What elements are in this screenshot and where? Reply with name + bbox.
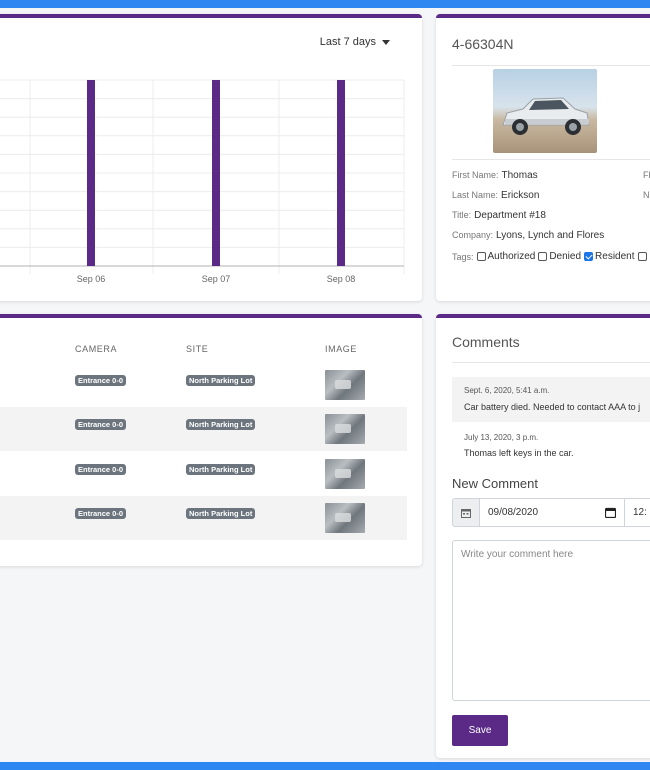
tag-label: Authorized bbox=[487, 251, 536, 262]
tag-authorized[interactable]: Authorized bbox=[476, 251, 536, 262]
bottom-frame-bar bbox=[0, 762, 650, 770]
table-row[interactable]: Entrance 0-0 North Parking Lot bbox=[0, 496, 407, 540]
capture-thumbnail[interactable] bbox=[325, 414, 365, 444]
capture-thumbnail[interactable] bbox=[325, 459, 365, 489]
x-tick-label: Sep 08 bbox=[327, 274, 356, 284]
comment-date-time-group: 09/08/2020 12: bbox=[452, 498, 650, 527]
column-header-camera: CAMERA bbox=[75, 344, 118, 354]
detections-table-card: CAMERA SITE IMAGE Entrance 0-0 North Par… bbox=[0, 314, 422, 566]
comment-text: Car battery died. Needed to contact AAA … bbox=[464, 402, 641, 412]
comment-placeholder: Write your comment here bbox=[461, 549, 574, 560]
tag-resident[interactable]: Resident bbox=[584, 251, 635, 262]
new-comment-title: New Comment bbox=[452, 476, 538, 491]
first-name-field: First Name: Thomas bbox=[452, 170, 538, 181]
x-tick-label: Sep 07 bbox=[202, 274, 231, 284]
column-header-image: IMAGE bbox=[325, 344, 358, 354]
camera-badge: Entrance 0-0 bbox=[75, 464, 127, 475]
title-label: Title: bbox=[452, 210, 472, 220]
first-name-value: Thomas bbox=[501, 170, 538, 181]
comment-date: Sept. 6, 2020, 5:41 a.m. bbox=[464, 386, 550, 395]
tag-more[interactable] bbox=[637, 252, 649, 261]
date-value: 09/08/2020 bbox=[488, 507, 539, 518]
table-row[interactable]: Entrance 0-0 North Parking Lot bbox=[0, 363, 407, 407]
checkbox-checked-icon[interactable] bbox=[584, 252, 594, 261]
divider bbox=[452, 65, 650, 66]
camera-badge: Entrance 0-0 bbox=[75, 375, 127, 386]
x-tick-label: Sep 06 bbox=[77, 274, 106, 284]
checkbox-icon[interactable] bbox=[538, 252, 548, 261]
tag-label: Resident bbox=[595, 251, 635, 262]
divider bbox=[452, 159, 650, 160]
company-value: Lyons, Lynch and Flores bbox=[496, 230, 605, 241]
save-comment-button[interactable]: Save bbox=[452, 715, 508, 746]
comment-textarea[interactable]: Write your comment here bbox=[452, 540, 650, 701]
title-field: Title: Department #18 bbox=[452, 210, 546, 221]
comment-date: July 13, 2020, 3 p.m. bbox=[464, 433, 539, 442]
tag-label: Denied bbox=[549, 251, 582, 262]
activity-chart-card: Last 7 days Sep 06 Sep 07 Sep 08 bbox=[0, 14, 422, 301]
date-picker-icon[interactable] bbox=[605, 507, 616, 518]
company-field: Company: Lyons, Lynch and Flores bbox=[452, 230, 604, 241]
license-plate: 4-66304N bbox=[452, 36, 514, 52]
capture-thumbnail[interactable] bbox=[325, 370, 365, 400]
camera-badge: Entrance 0-0 bbox=[75, 419, 127, 430]
site-badge: North Parking Lot bbox=[186, 419, 256, 430]
last-name-label: Last Name: bbox=[452, 190, 499, 200]
table-row[interactable]: Entrance 0-0 North Parking Lot bbox=[0, 452, 407, 496]
site-badge: North Parking Lot bbox=[186, 508, 256, 519]
comment-text: Thomas left keys in the car. bbox=[464, 448, 574, 458]
company-label: Company: bbox=[452, 230, 494, 240]
capture-thumbnail[interactable] bbox=[325, 503, 365, 533]
chart-bar bbox=[337, 80, 345, 266]
comment-date-input[interactable]: 09/08/2020 bbox=[480, 498, 625, 527]
time-value: 12: bbox=[633, 507, 647, 518]
vehicle-photo bbox=[493, 69, 597, 153]
last-name-field: Last Name: Erickson bbox=[452, 190, 539, 201]
chart-bar bbox=[87, 80, 95, 266]
top-frame-bar bbox=[0, 0, 650, 8]
camera-badge: Entrance 0-0 bbox=[75, 508, 127, 519]
calendar-icon bbox=[452, 498, 480, 527]
tags-group: Tags: Authorized Denied Resident bbox=[452, 251, 649, 262]
divider bbox=[452, 362, 650, 363]
chart-bar bbox=[212, 80, 220, 266]
activity-bar-chart: Sep 06 Sep 07 Sep 08 bbox=[0, 79, 405, 284]
side-field-label: N bbox=[643, 190, 650, 200]
comment-item: Sept. 6, 2020, 5:41 a.m. Car battery die… bbox=[452, 377, 650, 422]
tag-denied[interactable]: Denied bbox=[538, 251, 581, 262]
comments-title: Comments bbox=[452, 334, 520, 350]
tags-label: Tags: bbox=[452, 251, 474, 262]
last-name-value: Erickson bbox=[501, 190, 540, 201]
vehicle-details-card: 4-66304N First Name: Thomas Last Name: Eri… bbox=[436, 14, 650, 301]
comments-card: Comments Sept. 6, 2020, 5:41 a.m. Car ba… bbox=[436, 314, 650, 758]
table-row[interactable]: Entrance 0-0 North Parking Lot bbox=[0, 407, 407, 451]
checkbox-icon[interactable] bbox=[637, 252, 647, 261]
site-badge: North Parking Lot bbox=[186, 375, 256, 386]
comment-item: July 13, 2020, 3 p.m. Thomas left keys i… bbox=[452, 424, 650, 464]
first-name-label: First Name: bbox=[452, 170, 499, 180]
column-header-site: SITE bbox=[186, 344, 209, 354]
site-badge: North Parking Lot bbox=[186, 464, 256, 475]
title-value: Department #18 bbox=[474, 210, 546, 221]
comment-time-input[interactable]: 12: bbox=[625, 498, 650, 527]
side-field-label: Fl bbox=[643, 170, 650, 180]
checkbox-icon[interactable] bbox=[476, 252, 486, 261]
